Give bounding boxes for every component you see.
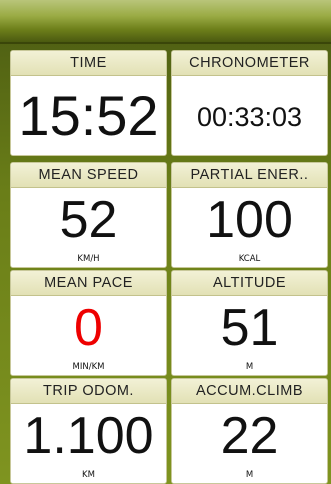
tile-unit: KCAL xyxy=(238,254,261,264)
top-bar xyxy=(0,0,331,44)
tile-label: PARTIAL ENER.. xyxy=(172,163,327,188)
tile-unit: KM/H xyxy=(77,254,100,264)
tile-label: CHRONOMETER xyxy=(172,51,327,76)
tile-unit: KM xyxy=(82,470,95,480)
tile-value: 1.100 xyxy=(23,407,154,465)
tile-mean-pace[interactable]: MEAN PACE 0 MIN/KM xyxy=(10,270,167,376)
tile-unit: M xyxy=(245,470,254,480)
tile-value: 15:52 xyxy=(18,84,159,147)
tile-label: ALTITUDE xyxy=(172,271,327,296)
tile-partial-energy[interactable]: PARTIAL ENER.. 100 KCAL xyxy=(171,162,328,268)
tile-time[interactable]: TIME 15:52 xyxy=(10,50,167,156)
tile-unit: MIN/KM xyxy=(72,362,105,372)
tile-label: ACCUM.CLIMB xyxy=(172,379,327,404)
tile-altitude[interactable]: ALTITUDE 51 M xyxy=(171,270,328,376)
tile-label: TRIP ODOM. xyxy=(11,379,166,404)
tile-value: 100 xyxy=(206,191,293,249)
tile-label: TIME xyxy=(11,51,166,76)
tile-value: 00:33:03 xyxy=(196,102,303,132)
tile-value: 22 xyxy=(220,407,279,465)
tile-accum-climb[interactable]: ACCUM.CLIMB 22 M xyxy=(171,378,328,484)
tile-value: 51 xyxy=(220,299,279,357)
tile-chronometer[interactable]: CHRONOMETER 00:33:03 xyxy=(171,50,328,156)
tile-mean-speed[interactable]: MEAN SPEED 52 KM/H xyxy=(10,162,167,268)
tile-value: 52 xyxy=(59,191,118,249)
tile-unit: M xyxy=(245,362,254,372)
tile-value: 0 xyxy=(74,299,103,357)
tile-label: MEAN PACE xyxy=(11,271,166,296)
dashboard-screen: TIME 15:52 CHRONOMETER 00:33:03 MEAN SPE… xyxy=(0,0,331,484)
tile-label: MEAN SPEED xyxy=(11,163,166,188)
tile-trip-odometer[interactable]: TRIP ODOM. 1.100 KM xyxy=(10,378,167,484)
